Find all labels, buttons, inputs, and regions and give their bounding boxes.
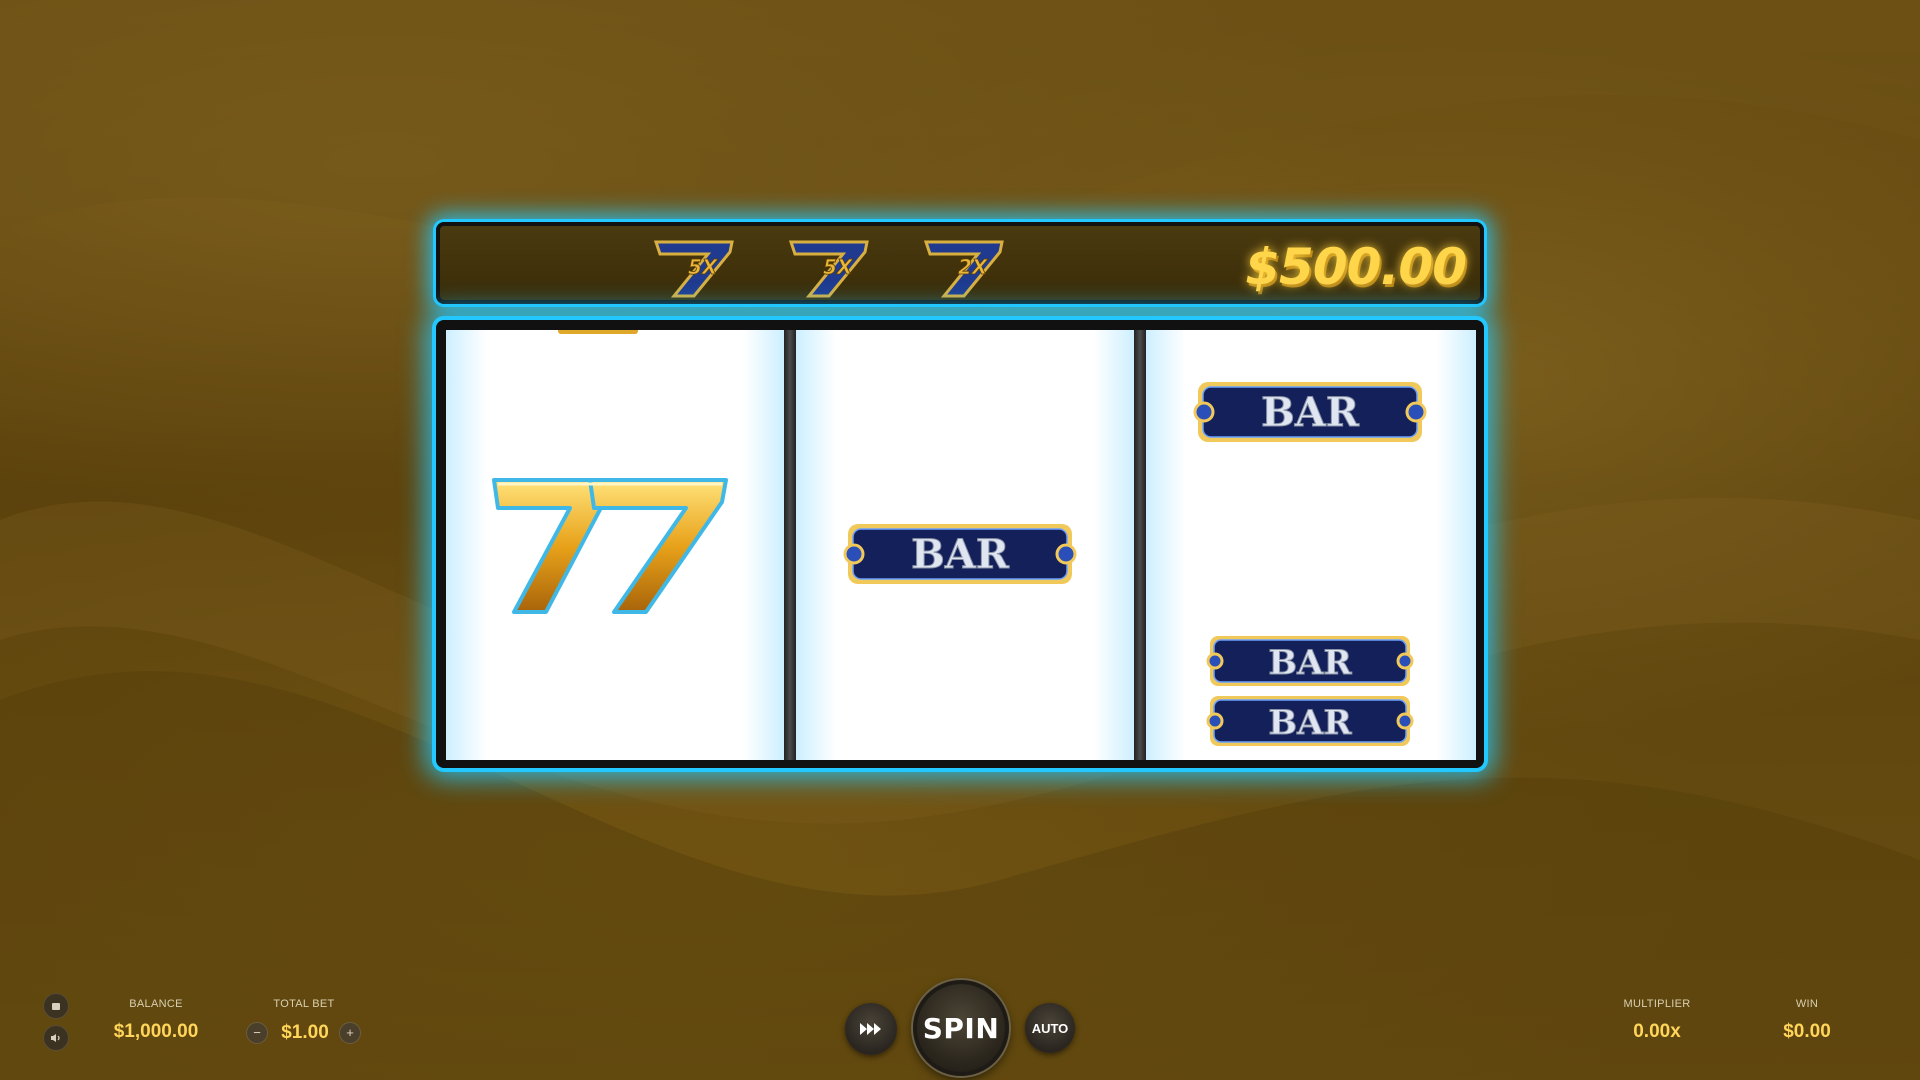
decrease-bet-button[interactable]: − [246,1022,268,1044]
seven-multiplier-icon: 2X [923,240,1004,298]
seven-multiplier-icon: 5X [788,240,869,298]
bar-label: BAR [911,531,1010,578]
bar-symbol-icon: BAR [1206,636,1414,686]
fast-forward-icon [860,1023,881,1035]
reel-divider [784,330,796,760]
bar-symbol-icon: BAR [1193,382,1427,442]
total-bet-label: TOTAL BET [273,998,335,1010]
bar-label: BAR [1268,643,1352,683]
bar-label: BAR [1268,703,1352,743]
spin-button[interactable]: SPIN [913,980,1009,1076]
menu-icon [52,1002,60,1010]
jackpot-panel: 5X 5X 2X $500.00 [436,222,1484,304]
speaker-icon [51,1034,60,1042]
reels-frame: BAR BAR BAR BAR [436,320,1484,768]
turbo-button[interactable] [845,1003,897,1055]
reel-divider [1134,330,1146,760]
seven-multiplier-icon: 5X [653,240,734,298]
reel-2: BAR [796,330,1134,760]
sound-button[interactable] [43,1025,69,1051]
partial-symbol [558,330,638,334]
balance-label: BALANCE [129,998,183,1010]
win-label: WIN [1795,998,1819,1010]
multiplier-value: 0.00x [1633,1021,1681,1042]
double-seven-icon [492,478,728,614]
autoplay-button[interactable]: AUTO [1025,1003,1075,1053]
total-bet-value: $1.00 [281,1022,329,1043]
win-value: $0.00 [1783,1021,1831,1042]
jackpot-amount: $500.00 [1245,238,1467,296]
reel-3: BAR BAR BAR [1146,330,1476,760]
bar-label: BAR [1261,389,1360,436]
bar-symbol-icon: BAR [843,524,1077,584]
multiplier-label: 5X [823,255,854,279]
multiplier-label: MULTIPLIER [1623,998,1691,1010]
multiplier-label: 2X [958,255,989,279]
reel-1 [446,330,784,760]
bar-symbol-icon: BAR [1206,696,1414,746]
multiplier-label: 5X [688,255,719,279]
menu-button[interactable] [43,993,69,1019]
increase-bet-button[interactable]: + [339,1022,361,1044]
balance-value: $1,000.00 [113,1021,199,1042]
